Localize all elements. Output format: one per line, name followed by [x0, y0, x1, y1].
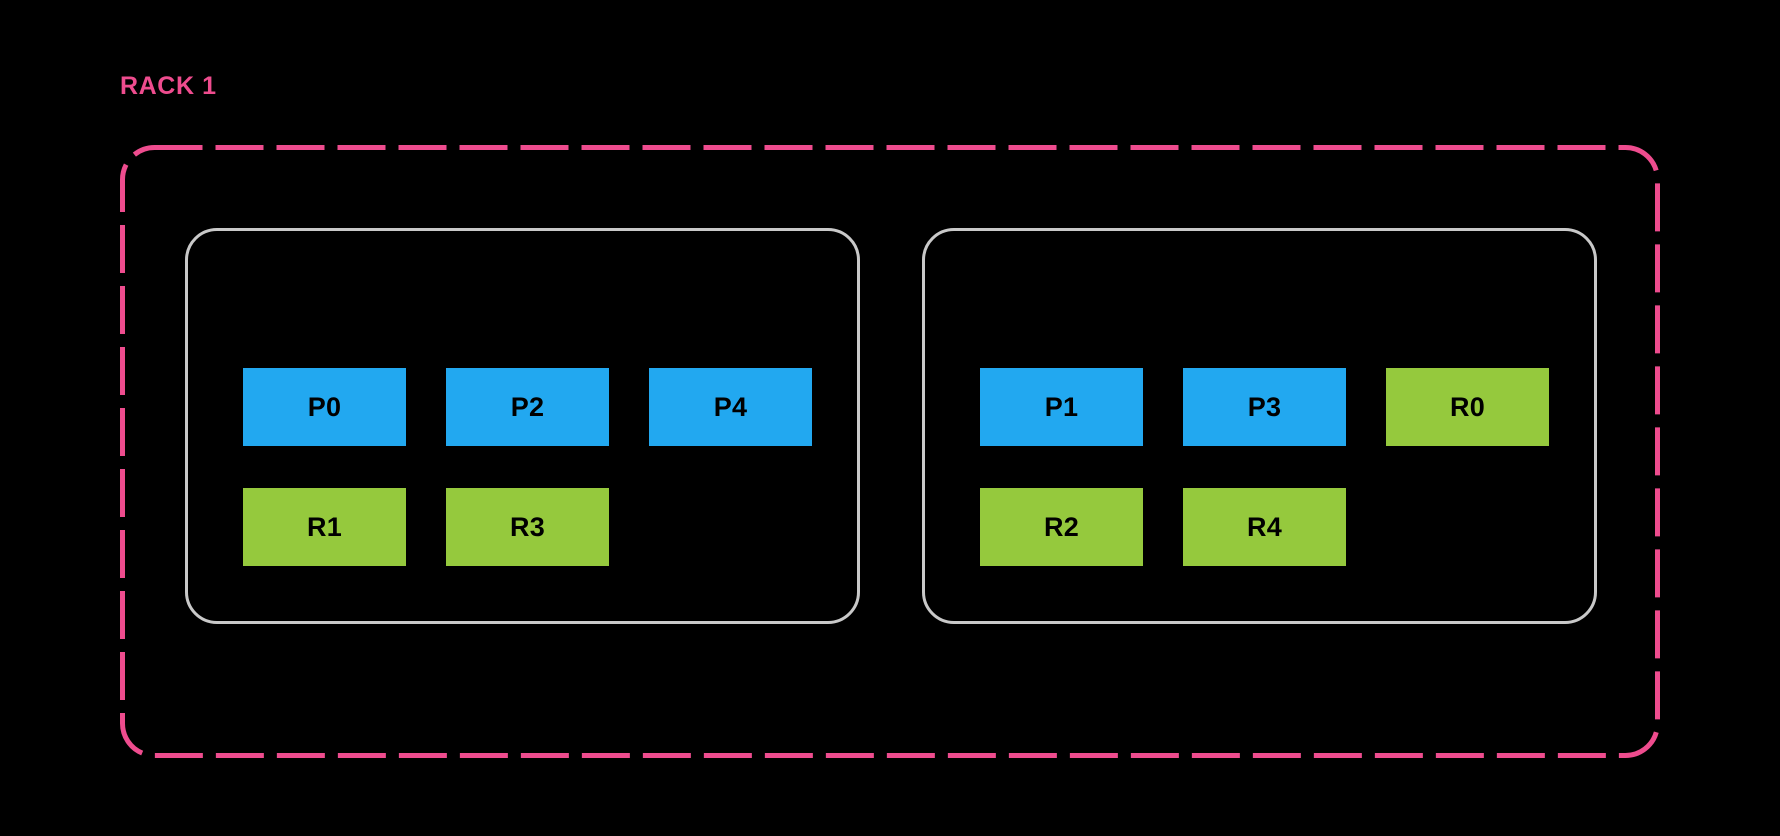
shard-box[interactable]: P4 [649, 368, 812, 446]
shard-label: R1 [306, 511, 343, 542]
shard-box[interactable]: R4 [1183, 488, 1346, 566]
shard-box[interactable]: R1 [243, 488, 406, 566]
rack-label: RACK 1 [120, 72, 217, 100]
shard-box[interactable]: P2 [446, 368, 609, 446]
shard-box[interactable]: R0 [1386, 368, 1549, 446]
shard-label: P0 [307, 391, 342, 422]
shard-label: R3 [509, 511, 546, 542]
shard-label: R0 [1449, 391, 1486, 422]
shard-box[interactable]: P0 [243, 368, 406, 446]
shard-label: P1 [1044, 391, 1079, 422]
shard-label: P4 [713, 391, 748, 422]
shard-label: P2 [510, 391, 545, 422]
shard-box[interactable]: R3 [446, 488, 609, 566]
shard-box[interactable]: P1 [980, 368, 1143, 446]
diagram-canvas: RACK 1 P0 P2 P4 R1 R3 P1 P3 R0 R2 R4 [0, 0, 1780, 836]
shard-box[interactable]: P3 [1183, 368, 1346, 446]
shard-label: R2 [1043, 511, 1080, 542]
node-container-0[interactable]: P0 P2 P4 R1 R3 [185, 228, 860, 624]
shard-box[interactable]: R2 [980, 488, 1143, 566]
shard-label: R4 [1246, 511, 1283, 542]
node-container-1[interactable]: P1 P3 R0 R2 R4 [922, 228, 1597, 624]
shard-label: P3 [1247, 391, 1282, 422]
